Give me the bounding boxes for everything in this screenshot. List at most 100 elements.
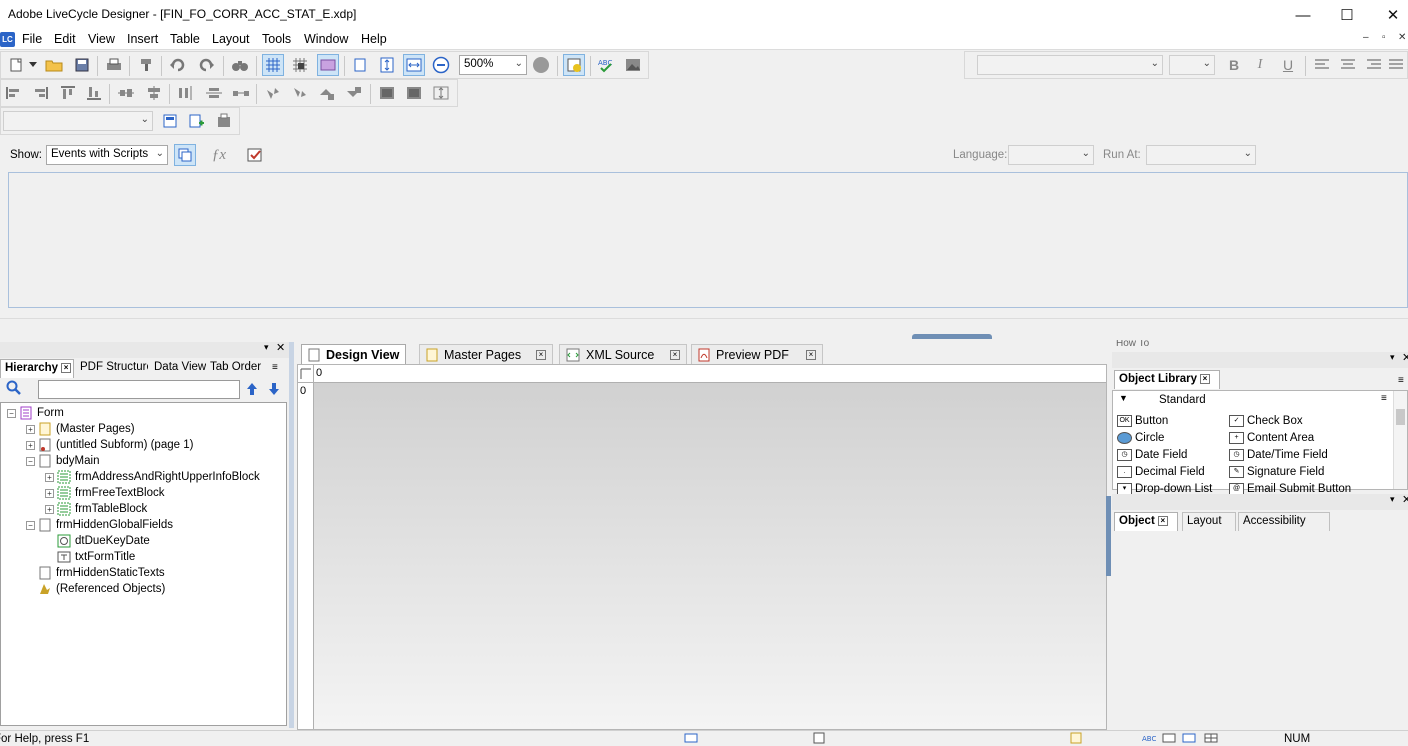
vertical-ruler[interactable]: 0 [298,383,314,729]
align-right-icon[interactable] [29,82,51,104]
library-scroll-thumb[interactable] [1396,409,1405,425]
language-select[interactable]: ⌄ [1008,145,1094,165]
close-icon[interactable]: × [670,350,680,360]
tree-node-frmfreetextblock[interactable]: + frmFreeTextBlock [45,485,164,501]
show-events-select[interactable]: Events with Scripts ⌄ [46,145,168,165]
insert-subform-icon[interactable] [159,110,181,132]
script-text-area[interactable] [8,172,1408,308]
tab-layout[interactable]: Layout [1182,512,1236,531]
palette-close-icon[interactable]: ✕ [276,341,285,354]
search-down-arrow-icon[interactable] [268,382,280,399]
binding-status-icon[interactable] [1182,732,1196,746]
close-button[interactable]: ✕ [1370,0,1408,30]
hierarchy-search-input[interactable] [38,380,240,399]
distribute-horizontal-icon[interactable] [175,82,197,104]
expand-icon[interactable]: + [26,424,35,434]
group-options-icon[interactable]: ≡ [1381,393,1387,404]
warnings-icon[interactable] [563,54,585,76]
make-same-height-icon[interactable] [403,82,425,104]
bring-forward-icon[interactable] [316,82,338,104]
send-backward-icon[interactable] [343,82,365,104]
warnings-status-icon[interactable] [1162,732,1176,746]
menu-table[interactable]: Table [170,32,200,46]
open-folder-icon[interactable] [43,54,65,76]
standard-group-header[interactable]: ▼ Standard ≡ [1113,393,1393,409]
expand-icon[interactable]: + [26,440,35,450]
palette-menu-icon[interactable]: ▾ [1390,494,1395,505]
align-vertical-center-icon[interactable] [115,82,137,104]
font-size-select[interactable]: ⌄ [1169,55,1215,75]
palette-options-icon[interactable]: ≡ [1398,375,1404,386]
close-icon[interactable]: × [536,350,546,360]
library-item-datetime-field[interactable]: ◷ Date/Time Field [1229,449,1328,461]
spelling-status-icon[interactable]: ABC [1142,732,1156,746]
minimize-button[interactable]: — [1280,0,1326,30]
text-align-right-icon[interactable] [1363,54,1385,76]
align-horizontal-center-icon[interactable] [143,82,165,104]
tab-design-view[interactable]: Design View [301,344,407,365]
tab-preview-pdf[interactable]: Preview PDF × [691,344,823,365]
subform-select[interactable]: ⌄ [3,111,153,131]
hierarchy-splitter[interactable] [289,342,294,728]
expand-icon[interactable]: + [45,472,54,482]
subform-properties-icon[interactable] [213,110,235,132]
make-same-width-icon[interactable] [376,82,398,104]
run-at-select[interactable]: ⌄ [1146,145,1256,165]
text-justify-icon[interactable] [1385,54,1407,76]
mdi-restore-button[interactable]: ▫ [1382,32,1386,43]
tree-node-untitled-subform-page-1[interactable]: + (untitled Subform) (page 1) [26,437,193,453]
splitter-strip[interactable] [0,318,1408,334]
underline-icon[interactable]: U [1277,54,1299,76]
maximize-button[interactable]: ☐ [1324,0,1370,30]
menu-layout[interactable]: Layout [212,32,250,46]
tree-node-dtduekeydate[interactable]: dtDueKeyDate [45,533,150,549]
distribute-vertical-icon[interactable] [203,82,225,104]
font-name-select[interactable]: ⌄ [977,55,1163,75]
tree-node-referenced-objects[interactable]: (Referenced Objects) [26,581,165,597]
collapse-icon[interactable]: − [26,520,35,530]
zoom-in-icon[interactable] [530,54,552,76]
bold-icon[interactable]: B [1223,54,1245,76]
tree-node-frmaddressandrightupperinfoblock[interactable]: + frmAddressAndRightUpperInfoBlock [45,469,260,485]
search-up-arrow-icon[interactable] [246,382,258,399]
expand-icon[interactable]: + [45,504,54,514]
close-icon[interactable]: × [1157,515,1168,526]
tab-data-view[interactable]: Data View [150,359,206,378]
tab-object-library[interactable]: Object Library × [1114,370,1220,389]
tree-node-frmhiddenglobalfields[interactable]: − frmHiddenGlobalFields [26,517,173,533]
tab-pdf-structure[interactable]: PDF Structure [76,359,148,378]
save-icon[interactable] [71,54,93,76]
close-icon[interactable]: × [1199,373,1210,384]
tree-node-master-pages[interactable]: + (Master Pages) [26,421,135,437]
fit-page-icon[interactable] [376,54,398,76]
library-item-circle[interactable]: Circle [1117,432,1164,444]
actual-size-icon[interactable] [349,54,371,76]
library-scrollbar[interactable] [1393,391,1407,489]
snap-to-grid-icon[interactable] [289,54,311,76]
align-top-icon[interactable] [57,82,79,104]
close-icon[interactable]: × [806,350,816,360]
tab-hierarchy[interactable]: Hierarchy × [0,359,74,378]
new-dropdown-icon[interactable] [27,54,39,76]
palette-close-icon[interactable]: ✕ [1402,493,1408,506]
tree-node-form[interactable]: − Form [7,405,64,421]
tab-xml-source[interactable]: XML Source × [559,344,687,365]
find-binoculars-icon[interactable] [229,54,251,76]
show-events-child-objects-icon[interactable] [174,144,196,166]
tab-accessibility[interactable]: Accessibility [1238,512,1330,531]
menu-insert[interactable]: Insert [127,32,158,46]
image-icon[interactable] [622,54,644,76]
mdi-close-button[interactable]: ✕ [1398,32,1406,43]
show-grid-icon[interactable] [262,54,284,76]
tab-master-pages[interactable]: Master Pages × [419,344,553,365]
palette-close-icon[interactable]: ✕ [1402,351,1408,364]
collapse-triangle-icon[interactable]: ▼ [1119,393,1128,403]
tree-node-txtformtitle[interactable]: txtFormTitle [45,549,135,565]
library-item-button[interactable]: OK Button [1117,415,1168,427]
object-boundaries-icon[interactable] [317,54,339,76]
tree-node-frmhiddenstatictexts[interactable]: frmHiddenStaticTexts [26,565,165,581]
menu-file[interactable]: File [22,32,42,46]
menu-window[interactable]: Window [304,32,348,46]
tab-tab-order[interactable]: Tab Order [206,359,266,378]
add-subform-icon[interactable] [185,110,207,132]
